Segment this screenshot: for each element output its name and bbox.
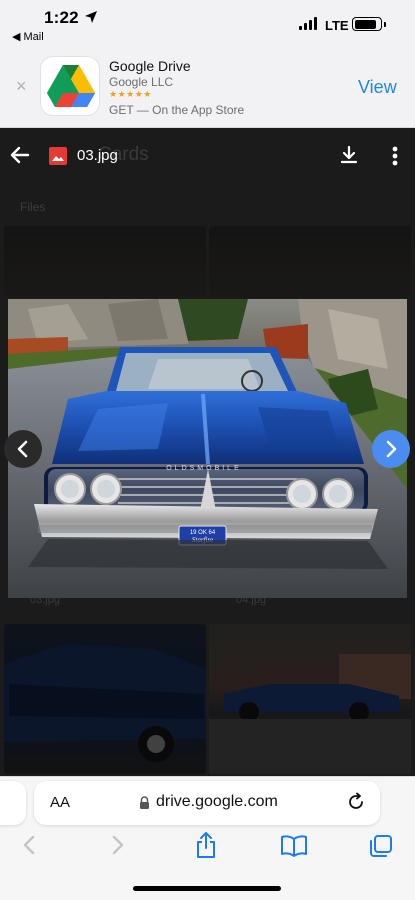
location-arrow-icon [85, 11, 97, 23]
thumbnail-tile [209, 624, 411, 774]
app-developer: Google LLC [109, 75, 174, 89]
drive-logo-icon [47, 65, 95, 107]
share-icon[interactable] [194, 831, 218, 859]
book-icon[interactable] [281, 835, 307, 857]
rating-stars: ★★★★★ [109, 89, 152, 99]
hood-badge: OLDSMOBILE [166, 465, 242, 472]
screen: 1:22 ◀ Mail LTE × Google Drive Google LL… [0, 0, 415, 900]
url-text[interactable]: drive.google.com [156, 793, 278, 811]
address-bar[interactable]: AA drive.google.com [34, 781, 380, 825]
status-bar: 1:22 ◀ Mail LTE [0, 0, 415, 46]
background-files-header: Files [20, 200, 46, 214]
tabs-icon[interactable] [369, 834, 393, 858]
network-type: LTE [325, 18, 349, 33]
back-app-label[interactable]: Mail [24, 31, 44, 43]
car-photo: OLDSMOBILE 19 OK 64 Starfire [8, 299, 407, 598]
download-icon[interactable] [339, 145, 359, 165]
battery-icon [352, 17, 386, 31]
google-drive-app-icon[interactable] [40, 56, 100, 116]
thumbnail-tile [4, 624, 206, 774]
previous-image-button[interactable] [4, 430, 42, 468]
status-time: 1:22 [44, 8, 79, 27]
chevron-right-icon [386, 440, 397, 458]
signal-icon [299, 17, 317, 30]
reader-options-button[interactable]: AA [50, 794, 70, 811]
app-store-banner: × Google Drive Google LLC ★★★★★ GET — On… [0, 46, 415, 128]
aa-label[interactable]: AA [50, 794, 70, 811]
thumbnail-tile [209, 226, 411, 298]
reload-icon[interactable] [346, 792, 366, 812]
previous-tab-edge[interactable] [0, 781, 26, 825]
thumbnail-tile [4, 226, 206, 298]
forward-chevron-icon[interactable] [108, 833, 128, 857]
file-name: 03.jpg [77, 147, 118, 164]
back-chevron-icon[interactable] [19, 833, 39, 857]
chevron-left-icon [17, 440, 28, 458]
safari-toolbar: AA drive.google.com [0, 776, 415, 900]
image-file-icon [49, 147, 67, 165]
app-name: Google Drive [109, 58, 191, 74]
view-button[interactable]: View [358, 77, 397, 98]
lock-icon [140, 796, 149, 809]
next-image-button[interactable] [372, 430, 410, 468]
more-vertical-icon[interactable] [390, 145, 400, 167]
viewer-toolbar [0, 128, 415, 184]
app-store-cta: GET — On the App Store [109, 103, 245, 117]
back-arrow-icon[interactable] [10, 145, 30, 165]
banner-close-button[interactable]: × [16, 76, 27, 97]
back-to-mail[interactable]: ◀ Mail [12, 30, 44, 43]
home-indicator [133, 886, 281, 891]
car-photo-image: OLDSMOBILE 19 OK 64 Starfire [8, 299, 407, 598]
